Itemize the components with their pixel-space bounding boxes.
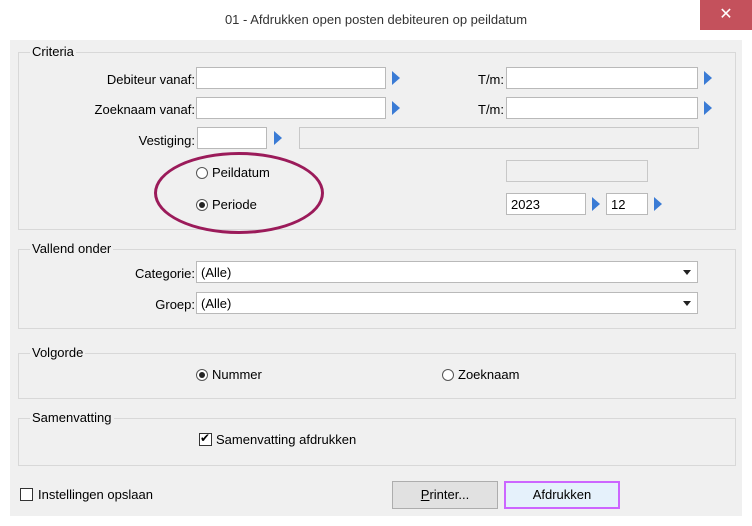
nummer-radio[interactable] [196, 369, 208, 381]
zoeknaam-order-label[interactable]: Zoeknaam [458, 367, 519, 382]
samenvatting-label[interactable]: Samenvatting afdrukken [216, 432, 356, 447]
vestiging-input[interactable] [197, 127, 267, 149]
vallend-onder-legend: Vallend onder [30, 241, 114, 256]
printer-label: rinter... [429, 487, 470, 502]
vestiging-name-field [299, 127, 699, 149]
zoeknaam-vanaf-lookup-icon[interactable] [392, 101, 400, 115]
debiteur-vanaf-lookup-icon[interactable] [392, 71, 400, 85]
periode-year-spin-icon[interactable] [592, 197, 600, 211]
zoeknaam-tm-lookup-icon[interactable] [704, 101, 712, 115]
close-icon: ✕ [719, 6, 733, 23]
highlight-ellipse [154, 152, 324, 234]
afdrukken-button[interactable]: Afdrukken [504, 481, 620, 509]
groep-select[interactable]: (Alle) [196, 292, 698, 314]
debiteur-tm-lookup-icon[interactable] [704, 71, 712, 85]
periode-year-input[interactable]: 2023 [506, 193, 586, 215]
samenvatting-checkbox[interactable] [199, 431, 212, 446]
nummer-label[interactable]: Nummer [212, 367, 262, 382]
peildatum-input [506, 160, 648, 182]
zoeknaam-tm-label: T/m: [478, 102, 504, 117]
categorie-select[interactable]: (Alle) [196, 261, 698, 283]
debiteur-tm-label: T/m: [478, 72, 504, 87]
zoeknaam-vanaf-input[interactable] [196, 97, 386, 119]
chevron-down-icon [683, 270, 691, 275]
categorie-label: Categorie: [135, 266, 195, 281]
zoeknaam-vanaf-label: Zoeknaam vanaf: [94, 102, 195, 117]
periode-month-spin-icon[interactable] [654, 197, 662, 211]
zoeknaam-radio[interactable] [442, 369, 454, 381]
window-title: 01 - Afdrukken open posten debiteuren op… [224, 12, 528, 27]
groep-value: (Alle) [201, 296, 232, 311]
samenvatting-group [18, 418, 736, 466]
printer-button[interactable]: Printer... [392, 481, 498, 509]
periode-month-input[interactable]: 12 [606, 193, 648, 215]
groep-label: Groep: [155, 297, 195, 312]
chevron-down-icon [683, 301, 691, 306]
debiteur-vanaf-label: Debiteur vanaf: [106, 72, 195, 87]
vestiging-lookup-icon[interactable] [274, 131, 282, 145]
debiteur-tm-input[interactable] [506, 67, 698, 89]
dialog-window: 01 - Afdrukken open posten debiteuren op… [0, 0, 752, 526]
debiteur-vanaf-input[interactable] [196, 67, 386, 89]
categorie-value: (Alle) [201, 265, 232, 280]
volgorde-group [18, 353, 736, 399]
afdrukken-label: Afdrukken [532, 487, 592, 502]
close-button[interactable]: ✕ [700, 0, 752, 30]
instellingen-label[interactable]: Instellingen opslaan [38, 487, 153, 502]
title-bar: 01 - Afdrukken open posten debiteuren op… [0, 0, 752, 40]
criteria-legend: Criteria [30, 44, 76, 59]
instellingen-checkbox[interactable] [20, 488, 33, 501]
samenvatting-legend: Samenvatting [30, 410, 114, 425]
zoeknaam-tm-input[interactable] [506, 97, 698, 119]
volgorde-legend: Volgorde [30, 345, 86, 360]
vestiging-label: Vestiging: [138, 133, 195, 148]
